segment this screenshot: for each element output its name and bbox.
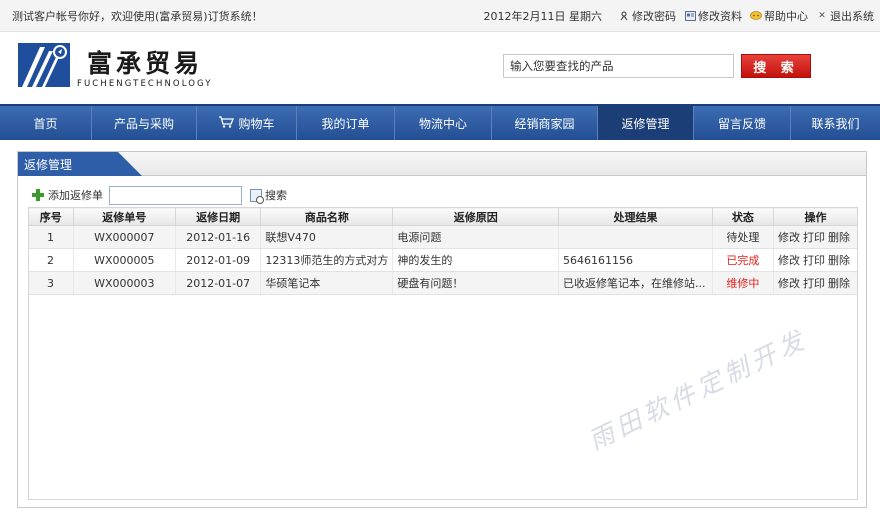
repair-search-input[interactable] [109, 185, 242, 205]
site-header: 富承贸易 FUCHENGTECHNOLOGY 搜 索 [0, 33, 880, 104]
logout-link[interactable]: ✕ 退出系统 [816, 8, 874, 24]
nav-item-logistics[interactable]: 物流中心 [395, 106, 492, 140]
help-icon [750, 10, 762, 22]
nav-item-cart[interactable]: 购物车 [197, 106, 297, 140]
col-header-code: 返修单号 [72, 207, 177, 226]
main-nav: 首页 产品与采购 购物车 我的订单 物流中心 经销商家园 返修管理 留言反馈 联… [0, 104, 880, 140]
table-row: 2 WX000005 2012-01-09 12313师范生的方式对方 神的发生的 564… [28, 248, 859, 272]
nav-item-orders[interactable]: 我的订单 [297, 106, 395, 140]
change-password-label: 修改密码 [632, 9, 676, 23]
welcome-text: 测试客户帐号你好，欢迎使用(富承贸易)订货系统！ [12, 9, 263, 23]
repair-panel: 返修管理 添加返修单 搜索 序号 返修单号 返修日期 商品名称 返修原因 处理结… [17, 151, 867, 508]
print-button[interactable]: 打印 [803, 231, 825, 244]
cell-ops: 修改 打印 删除 [773, 271, 859, 295]
delete-button[interactable]: 删除 [828, 254, 850, 267]
cell-date: 2012-01-16 [175, 225, 262, 249]
cell-result [558, 225, 713, 249]
panel-header: 返修管理 [18, 152, 866, 176]
edit-profile-link[interactable]: 修改资料 [684, 8, 742, 24]
current-date: 2012年2月11日 星期六 [483, 9, 603, 23]
panel-toolbar: 添加返修单 搜索 [32, 185, 287, 205]
cell-date: 2012-01-07 [175, 271, 262, 295]
nav-item-contact[interactable]: 联系我们 [791, 106, 880, 140]
edit-button[interactable]: 修改 [778, 254, 800, 267]
nav-item-repair[interactable]: 返修管理 [598, 106, 694, 140]
cell-result: 已收返修笔记本，在维修站... [558, 271, 713, 295]
edit-button[interactable]: 修改 [778, 277, 800, 290]
profile-icon [684, 10, 696, 22]
repair-table: 序号 返修单号 返修日期 商品名称 返修原因 处理结果 状态 操作 1 WX000… [28, 207, 859, 295]
cell-product: 华硕笔记本 [260, 271, 394, 295]
cell-code: WX000003 [73, 271, 177, 295]
plus-icon [32, 189, 44, 201]
search-icon [250, 188, 264, 204]
shopping-cart-icon [218, 115, 235, 131]
cell-code: WX000007 [73, 225, 177, 249]
cell-product: 联想V470 [260, 225, 394, 249]
cell-product: 12313师范生的方式对方 [260, 248, 394, 272]
col-header-product: 商品名称 [260, 207, 394, 226]
cell-no: 3 [28, 271, 74, 295]
cell-reason: 神的发生的 [392, 248, 560, 272]
table-row: 1 WX000007 2012-01-16 联想V470 电源问题 待处理 修改 打印 删除 [28, 225, 859, 249]
top-links: 2012年2月11日 星期六 修改密码 修改资料 帮助中心 ✕ 退出系统 [484, 8, 875, 24]
cell-status: 已完成 [712, 248, 774, 272]
repair-search-button[interactable]: 搜索 [250, 187, 287, 204]
print-button[interactable]: 打印 [803, 254, 825, 267]
cell-no: 2 [28, 248, 74, 272]
brand-name-en: FUCHENGTECHNOLOGY [77, 79, 213, 89]
nav-item-dealers[interactable]: 经销商家园 [492, 106, 598, 140]
cell-ops: 修改 打印 删除 [773, 248, 859, 272]
product-search-button[interactable]: 搜 索 [741, 54, 811, 78]
add-repair-button[interactable]: 添加返修单 [32, 187, 103, 203]
col-header-reason: 返修原因 [392, 207, 560, 226]
change-password-link[interactable]: 修改密码 [618, 8, 676, 24]
table-header-row: 序号 返修单号 返修日期 商品名称 返修原因 处理结果 状态 操作 [28, 207, 859, 226]
print-button[interactable]: 打印 [803, 277, 825, 290]
delete-button[interactable]: 删除 [828, 231, 850, 244]
panel-title: 返修管理 [18, 152, 142, 176]
nav-item-feedback[interactable]: 留言反馈 [694, 106, 791, 140]
top-bar: 测试客户帐号你好，欢迎使用(富承贸易)订货系统！ 2012年2月11日 星期六 … [0, 0, 880, 32]
brand-name-cn: 富承贸易 [87, 49, 204, 78]
edit-button[interactable]: 修改 [778, 231, 800, 244]
close-icon: ✕ [818, 10, 826, 21]
cell-code: WX000005 [73, 248, 177, 272]
col-header-result: 处理结果 [558, 207, 713, 226]
edit-profile-label: 修改资料 [698, 9, 742, 23]
product-search-input[interactable] [503, 54, 734, 78]
add-repair-label: 添加返修单 [48, 189, 103, 202]
col-header-no: 序号 [28, 207, 74, 226]
cell-status: 待处理 [712, 225, 774, 249]
cell-reason: 硬盘有问题！ [392, 271, 560, 295]
nav-item-products[interactable]: 产品与采购 [92, 106, 197, 140]
help-center-label: 帮助中心 [764, 9, 808, 23]
delete-button[interactable]: 删除 [828, 277, 850, 290]
company-logo-icon [18, 43, 70, 87]
nav-item-cart-label: 购物车 [238, 116, 275, 131]
repair-search-label: 搜索 [265, 189, 287, 202]
cell-ops: 修改 打印 删除 [773, 225, 859, 249]
col-header-ops: 操作 [772, 207, 859, 226]
cell-status: 维修中 [712, 271, 774, 295]
col-header-status: 状态 [711, 207, 774, 226]
help-center-link[interactable]: 帮助中心 [750, 8, 808, 24]
cell-result: 5646161156 [558, 248, 713, 272]
nav-item-home[interactable]: 首页 [0, 106, 92, 140]
logout-label: 退出系统 [830, 9, 874, 23]
cell-reason: 电源问题 [392, 225, 560, 249]
cell-date: 2012-01-09 [175, 248, 262, 272]
table-row: 3 WX000003 2012-01-07 华硕笔记本 硬盘有问题！ 已收返修笔记本，在维… [28, 271, 859, 295]
cell-no: 1 [28, 225, 74, 249]
col-header-date: 返修日期 [174, 207, 262, 226]
key-icon [618, 10, 630, 22]
